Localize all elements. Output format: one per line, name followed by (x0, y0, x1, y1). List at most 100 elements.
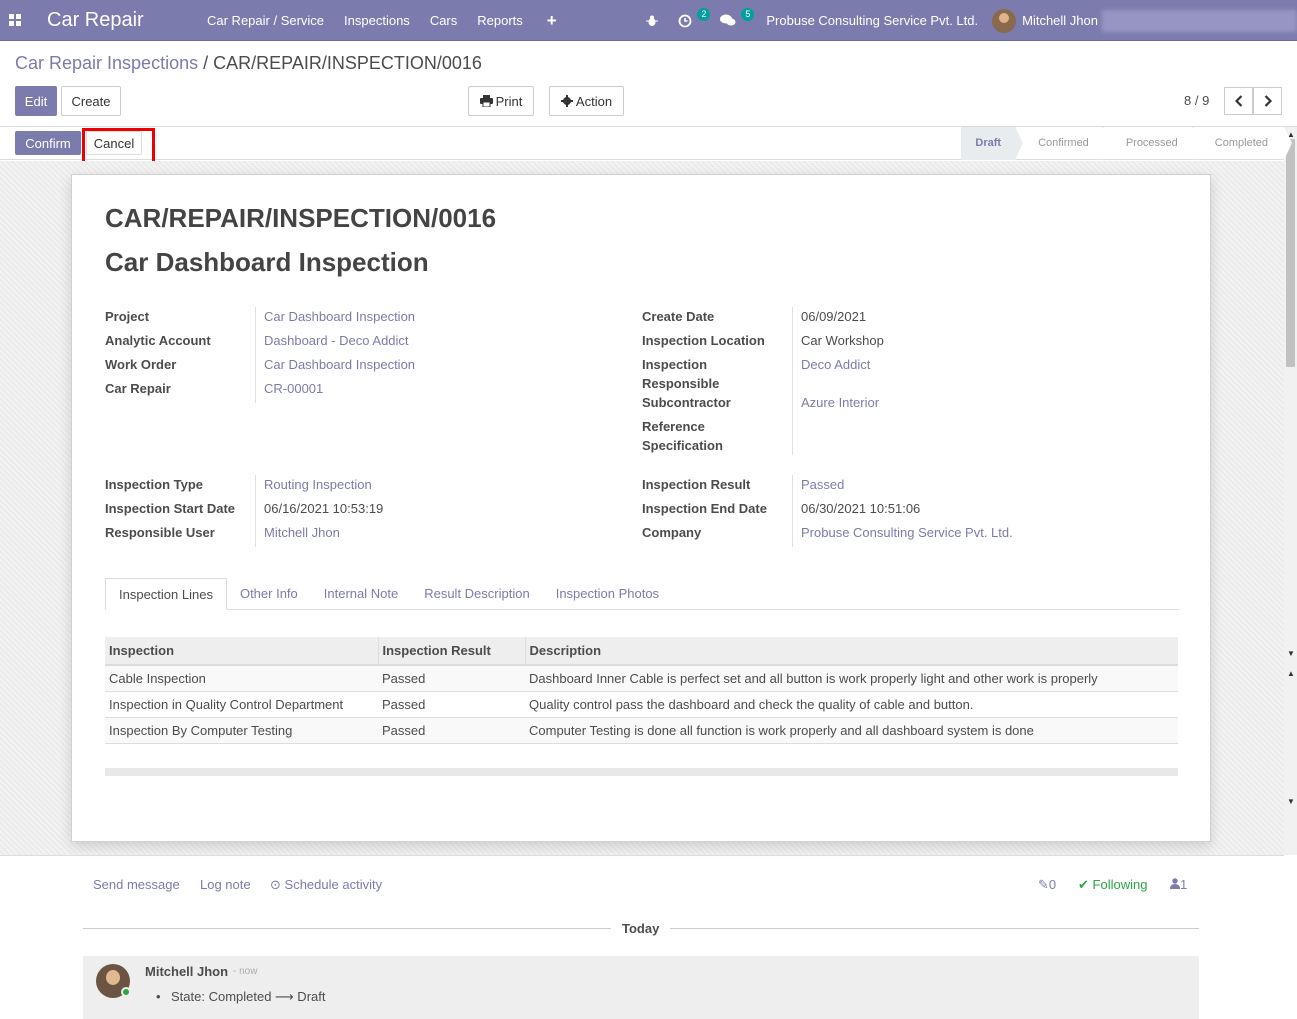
stage-draft[interactable]: Draft (961, 127, 1023, 160)
form-scrollbar[interactable]: ▲ ▼ ▲ ▼ (1284, 127, 1297, 855)
value-responsible-user[interactable]: Mitchell Jhon (264, 523, 340, 542)
column-header-inspection-result[interactable]: Inspection Result (378, 637, 526, 666)
tab-other-info[interactable]: Other Info (227, 578, 311, 609)
field-separator (792, 475, 793, 547)
print-button[interactable]: Print (468, 86, 534, 116)
cell-description: Dashboard Inner Cable is perfect set and… (525, 665, 1178, 692)
activity-clock-icon[interactable]: 2 (668, 0, 711, 41)
value-inspection-responsible[interactable]: Deco Addict (801, 355, 870, 374)
form-sheet: CAR/REPAIR/INSPECTION/0016 Car Dashboard… (71, 174, 1211, 842)
stage-confirmed[interactable]: Confirmed (1015, 127, 1111, 160)
tab-inspection-lines[interactable]: Inspection Lines (105, 578, 227, 610)
message-author[interactable]: Mitchell Jhon (145, 964, 228, 979)
print-label: Print (495, 93, 523, 109)
menu-inspections[interactable]: Inspections (334, 0, 420, 41)
table-row[interactable]: Inspection By Computer Testing Passed Co… (105, 717, 1178, 744)
label-reference-specification: Reference Specification (642, 419, 723, 453)
cell-inspection: Cable Inspection (105, 665, 378, 692)
field-separator (255, 307, 256, 403)
company-switcher[interactable]: Probuse Consulting Service Pvt. Ltd. (754, 13, 992, 28)
user-avatar (992, 8, 1017, 33)
stage-pipeline: Draft Confirmed Processed Completed (961, 127, 1293, 160)
breadcrumb-current: CAR/REPAIR/INSPECTION/0016 (213, 53, 482, 73)
attachments-button[interactable]: ✎0 (1038, 877, 1056, 893)
pager-previous-button[interactable] (1224, 87, 1253, 115)
action-button[interactable]: Action (549, 86, 624, 116)
notebook-tabs: Inspection Lines Other Info Internal Not… (105, 578, 1179, 610)
activity-count-badge: 2 (697, 8, 711, 21)
value-analytic-account[interactable]: Dashboard - Deco Addict (264, 331, 409, 350)
cell-result: Passed (378, 717, 525, 744)
menu-car-repair-service[interactable]: Car Repair / Service (197, 0, 334, 41)
cell-result: Passed (378, 665, 525, 692)
day-separator-line (670, 928, 1199, 929)
plus-icon[interactable]: + (533, 0, 571, 41)
cell-result: Passed (378, 691, 525, 718)
value-project[interactable]: Car Dashboard Inspection (264, 307, 415, 326)
breadcrumb-separator: / (203, 53, 209, 73)
chevron-right-icon (1264, 95, 1272, 107)
column-header-inspection[interactable]: Inspection (105, 637, 379, 666)
menu-cars[interactable]: Cars (420, 0, 467, 41)
value-inspection-end-date: 06/30/2021 10:51:06 (801, 501, 921, 516)
top-navbar: Car Repair Car Repair / Service Inspecti… (0, 0, 1297, 41)
label-inspection-responsible: Inspection Responsible (642, 357, 720, 391)
schedule-activity-button[interactable]: ⊙ Schedule activity (270, 877, 382, 893)
value-inspection-result[interactable]: Passed (801, 475, 844, 494)
label-work-order: Work Order (105, 357, 177, 372)
create-button[interactable]: Create (61, 86, 121, 116)
pager-next-button[interactable] (1253, 87, 1282, 115)
bug-icon[interactable] (636, 0, 668, 41)
label-subcontractor: Subcontractor (642, 395, 731, 410)
stage-processed[interactable]: Processed (1102, 127, 1200, 160)
value-company[interactable]: Probuse Consulting Service Pvt. Ltd. (801, 523, 1013, 542)
user-menu[interactable]: Mitchell Jhon (992, 8, 1297, 33)
followers-count: 1 (1180, 877, 1188, 892)
table-row[interactable]: Cable Inspection Passed Dashboard Inner … (105, 665, 1178, 692)
cell-description: Quality control pass the dashboard and c… (525, 691, 1178, 718)
value-work-order[interactable]: Car Dashboard Inspection (264, 355, 415, 374)
column-header-description[interactable]: Description (525, 637, 1178, 666)
cell-inspection: Inspection By Computer Testing (105, 717, 378, 744)
label-inspection-start-date: Inspection Start Date (105, 501, 236, 516)
followers-button[interactable]: 1 (1170, 877, 1187, 892)
tab-internal-note[interactable]: Internal Note (311, 578, 411, 609)
stage-completed[interactable]: Completed (1191, 127, 1293, 160)
tab-result-description[interactable]: Result Description (411, 578, 543, 609)
following-button[interactable]: ✔ Following (1078, 877, 1147, 893)
label-responsible-user: Responsible User (105, 525, 215, 540)
confirm-button[interactable]: Confirm (15, 131, 81, 155)
app-brand[interactable]: Car Repair (47, 9, 197, 32)
value-create-date: 06/09/2021 (801, 309, 867, 324)
apps-menu-icon[interactable] (0, 0, 30, 41)
menu-reports[interactable]: Reports (467, 0, 533, 41)
label-inspection-type: Inspection Type (105, 477, 203, 492)
record-name: Car Dashboard Inspection (105, 247, 429, 277)
print-icon (479, 95, 493, 107)
pager-value[interactable]: 8 / 9 (1184, 93, 1209, 108)
send-message-button[interactable]: Send message (93, 877, 180, 892)
field-separator (255, 475, 256, 547)
label-company: Company (642, 525, 702, 540)
breadcrumb-parent[interactable]: Car Repair Inspections (15, 53, 198, 73)
value-subcontractor[interactable]: Azure Interior (801, 393, 879, 412)
record-reference: CAR/REPAIR/INSPECTION/0016 (105, 203, 497, 233)
edit-button[interactable]: Edit (15, 86, 57, 116)
table-row[interactable]: Inspection in Quality Control Department… (105, 691, 1178, 718)
log-note-button[interactable]: Log note (200, 877, 251, 892)
value-inspection-type[interactable]: Routing Inspection (264, 475, 372, 494)
messages-icon[interactable]: 5 (710, 0, 755, 41)
label-car-repair: Car Repair (105, 381, 171, 396)
user-name: Mitchell Jhon (1022, 13, 1098, 28)
scroll-up-icon[interactable]: ▲ (1287, 669, 1295, 678)
cell-inspection: Inspection in Quality Control Department (105, 691, 378, 718)
tab-inspection-photos[interactable]: Inspection Photos (543, 578, 672, 609)
value-car-repair[interactable]: CR-00001 (264, 379, 323, 398)
label-inspection-end-date: Inspection End Date (642, 501, 767, 516)
scroll-thumb[interactable] (1286, 139, 1295, 367)
scroll-down-icon[interactable]: ▼ (1287, 649, 1295, 658)
label-inspection-result: Inspection Result (642, 477, 751, 492)
scroll-down-icon[interactable]: ▼ (1287, 797, 1295, 806)
online-status-icon (121, 987, 131, 997)
inspection-lines-table: Inspection Inspection Result Description… (105, 637, 1178, 744)
